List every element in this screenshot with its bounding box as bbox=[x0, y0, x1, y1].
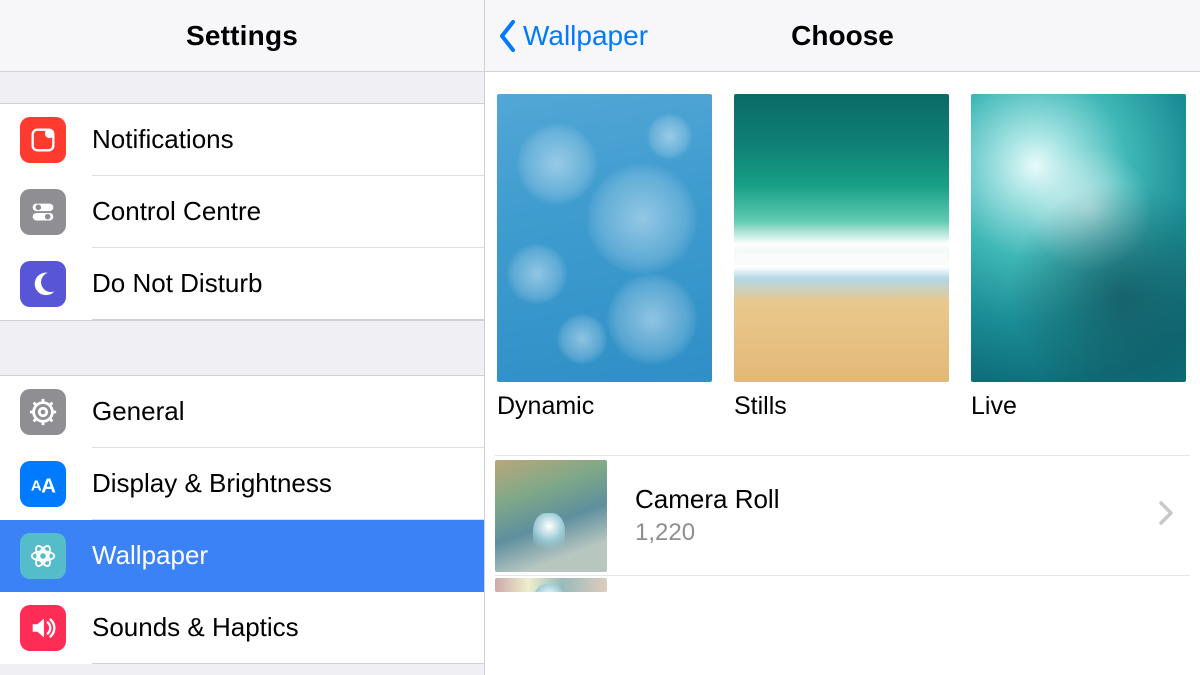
back-label: Wallpaper bbox=[523, 20, 648, 52]
sidebar-item-control-centre[interactable]: Control Centre bbox=[0, 176, 484, 248]
speaker-icon bbox=[20, 605, 66, 651]
sidebar-item-label: Display & Brightness bbox=[92, 448, 484, 520]
sidebar-spacer bbox=[0, 72, 484, 104]
sidebar-item-notifications[interactable]: Notifications bbox=[0, 104, 484, 176]
category-stills[interactable]: Stills bbox=[734, 94, 949, 421]
moon-icon bbox=[20, 261, 66, 307]
category-live[interactable]: Live bbox=[971, 94, 1186, 421]
sidebar-item-general[interactable]: General bbox=[0, 376, 484, 448]
detail-body: Dynamic Stills Live Camera Roll 1,220 bbox=[485, 72, 1200, 675]
svg-text:A: A bbox=[41, 474, 56, 497]
sidebar-item-label: Wallpaper bbox=[92, 520, 484, 592]
sidebar-group-2: General AA Display & Brightness Wallpape… bbox=[0, 376, 484, 664]
album-thumbnail bbox=[495, 460, 607, 572]
sidebar-group-1: Notifications Control Centre Do Not Dist… bbox=[0, 104, 484, 320]
live-thumbnail bbox=[971, 94, 1186, 382]
album-name: Camera Roll bbox=[635, 484, 1158, 515]
category-label: Stills bbox=[734, 392, 949, 421]
album-camera-roll[interactable]: Camera Roll 1,220 bbox=[495, 455, 1190, 575]
wallpaper-icon bbox=[20, 533, 66, 579]
sidebar-header: Settings bbox=[0, 0, 484, 72]
sidebar-spacer bbox=[0, 320, 484, 376]
gear-icon bbox=[20, 389, 66, 435]
wallpaper-categories: Dynamic Stills Live bbox=[495, 94, 1190, 421]
display-icon: AA bbox=[20, 461, 66, 507]
photo-albums: Camera Roll 1,220 bbox=[495, 455, 1190, 593]
detail-header: Wallpaper Choose bbox=[485, 0, 1200, 72]
album-row-partial[interactable] bbox=[495, 575, 1190, 593]
sidebar-item-sounds-haptics[interactable]: Sounds & Haptics bbox=[0, 592, 484, 664]
control-centre-icon bbox=[20, 189, 66, 235]
notifications-icon bbox=[20, 117, 66, 163]
sidebar-item-label: Sounds & Haptics bbox=[92, 592, 484, 664]
category-label: Live bbox=[971, 392, 1186, 421]
sidebar-title: Settings bbox=[186, 20, 298, 52]
dynamic-thumbnail bbox=[497, 94, 712, 382]
sidebar-item-label: Notifications bbox=[92, 104, 484, 176]
settings-sidebar: Settings Notifications Control Centre bbox=[0, 0, 485, 675]
category-label: Dynamic bbox=[497, 392, 712, 421]
album-text: Camera Roll 1,220 bbox=[635, 484, 1158, 547]
stills-thumbnail bbox=[734, 94, 949, 382]
chevron-left-icon bbox=[497, 19, 519, 53]
album-thumbnail bbox=[495, 578, 607, 592]
sidebar-item-do-not-disturb[interactable]: Do Not Disturb bbox=[0, 248, 484, 320]
settings-app: Settings Notifications Control Centre bbox=[0, 0, 1200, 675]
chevron-right-icon bbox=[1158, 500, 1174, 531]
sidebar-item-label: Control Centre bbox=[92, 176, 484, 248]
sidebar-item-label: General bbox=[92, 376, 484, 448]
sidebar-item-wallpaper[interactable]: Wallpaper bbox=[0, 520, 484, 592]
svg-text:A: A bbox=[31, 478, 42, 495]
detail-pane: Wallpaper Choose Dynamic bbox=[485, 0, 1200, 675]
album-count: 1,220 bbox=[635, 519, 1158, 547]
back-button[interactable]: Wallpaper bbox=[485, 19, 648, 53]
category-dynamic[interactable]: Dynamic bbox=[497, 94, 712, 421]
sidebar-item-display-brightness[interactable]: AA Display & Brightness bbox=[0, 448, 484, 520]
sidebar-item-label: Do Not Disturb bbox=[92, 248, 484, 320]
